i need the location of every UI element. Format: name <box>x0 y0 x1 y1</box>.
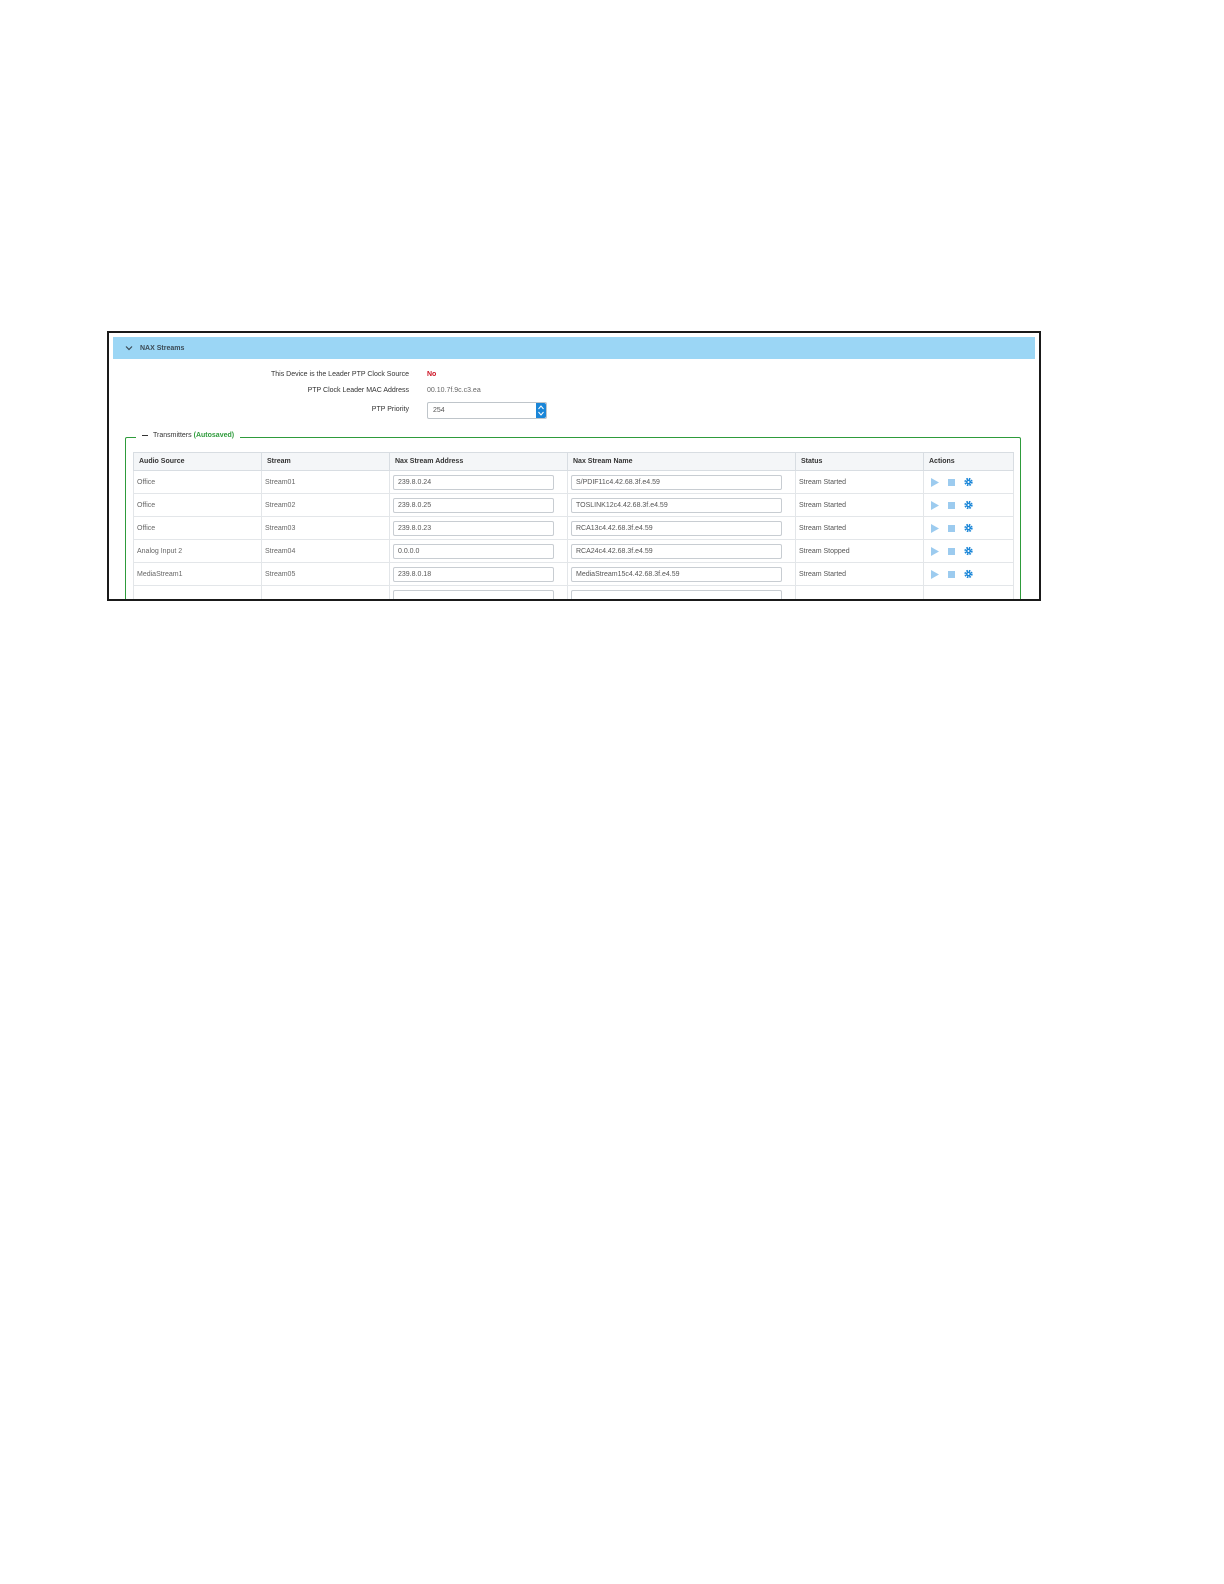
actions-cell <box>923 562 1014 586</box>
column-header-status: Status <box>795 452 924 471</box>
stream-address-input[interactable] <box>393 589 554 599</box>
stream-name-input[interactable] <box>571 589 782 599</box>
gear-icon[interactable] <box>964 546 973 556</box>
transmitters-table: Audio Source Stream Nax Stream Address N… <box>133 452 1014 599</box>
stream-cell: Stream04 <box>261 539 390 563</box>
spin-down-icon[interactable] <box>538 411 544 416</box>
stream-address-input[interactable]: 239.8.0.18 <box>393 566 554 582</box>
priority-label: PTP Priority <box>371 406 409 413</box>
table-header-row: Audio Source Stream Nax Stream Address N… <box>133 452 1014 471</box>
stream-address-input[interactable]: 239.8.0.25 <box>393 497 554 513</box>
ptp-priority-value[interactable]: 254 <box>428 407 536 414</box>
actions-cell <box>923 493 1014 517</box>
gear-icon[interactable] <box>964 500 973 510</box>
stream-address-input[interactable]: 239.8.0.23 <box>393 520 554 536</box>
transmitters-legend[interactable]: Transmitters (Autosaved) <box>136 432 241 439</box>
address-cell: 239.8.0.24 <box>389 470 568 494</box>
ptp-priority-stepper[interactable]: 254 <box>427 402 547 419</box>
audio-source-cell: Office <box>133 516 262 540</box>
gear-icon[interactable] <box>964 477 973 487</box>
column-header-audio-source: Audio Source <box>133 452 262 471</box>
play-icon[interactable] <box>930 569 939 579</box>
play-icon[interactable] <box>930 523 939 533</box>
table-row-partial <box>133 585 1014 599</box>
name-cell: S/PDIF11c4.42.68.3f.e4.59 <box>567 470 796 494</box>
column-header-actions: Actions <box>923 452 1014 471</box>
table-row: Office Stream01 239.8.0.24 S/PDIF11c4.42… <box>133 470 1014 494</box>
audio-source-cell: Office <box>133 493 262 517</box>
audio-source-cell: MediaStream1 <box>133 562 262 586</box>
actions-cell <box>923 516 1014 540</box>
status-cell: Stream Started <box>795 562 924 586</box>
stop-icon[interactable] <box>947 547 956 556</box>
table-row: MediaStream1 Stream05 239.8.0.18 MediaSt… <box>133 562 1014 586</box>
actions-cell <box>923 470 1014 494</box>
status-cell: Stream Started <box>795 516 924 540</box>
audio-source-cell: Analog Input 2 <box>133 539 262 563</box>
gear-icon[interactable] <box>964 523 973 533</box>
stop-icon[interactable] <box>947 524 956 533</box>
spinner-arrows-icon[interactable] <box>536 403 546 418</box>
name-cell: TOSLINK12c4.42.68.3f.e4.59 <box>567 493 796 517</box>
name-cell: RCA24c4.42.68.3f.e4.59 <box>567 539 796 563</box>
table-row: Office Stream03 239.8.0.23 RCA13c4.42.68… <box>133 516 1014 540</box>
stream-name-input[interactable]: TOSLINK12c4.42.68.3f.e4.59 <box>571 497 782 513</box>
leader-value: No <box>427 371 437 378</box>
status-cell: Stream Started <box>795 470 924 494</box>
autosaved-label: (Autosaved) <box>193 432 235 439</box>
stop-icon[interactable] <box>947 478 956 487</box>
stop-icon[interactable] <box>947 501 956 510</box>
stream-cell: Stream05 <box>261 562 390 586</box>
status-cell: Stream Stopped <box>795 539 924 563</box>
transmitters-label: Transmitters <box>153 432 192 439</box>
address-cell: 239.8.0.18 <box>389 562 568 586</box>
nax-streams-header[interactable]: NAX Streams <box>113 337 1035 359</box>
collapse-dash-icon[interactable] <box>142 435 148 436</box>
stream-name-input[interactable]: RCA13c4.42.68.3f.e4.59 <box>571 520 782 536</box>
name-cell: RCA13c4.42.68.3f.e4.59 <box>567 516 796 540</box>
play-icon[interactable] <box>930 546 939 556</box>
mac-label: PTP Clock Leader MAC Address <box>307 387 409 394</box>
stream-name-input[interactable]: RCA24c4.42.68.3f.e4.59 <box>571 543 782 559</box>
table-row: Analog Input 2 Stream04 0.0.0.0 RCA24c4.… <box>133 539 1014 563</box>
column-header-stream: Stream <box>261 452 390 471</box>
stop-icon[interactable] <box>947 570 956 579</box>
status-cell: Stream Started <box>795 493 924 517</box>
column-header-address: Nax Stream Address <box>389 452 568 471</box>
panel-title: NAX Streams <box>140 344 185 352</box>
spin-up-icon[interactable] <box>538 405 544 410</box>
play-icon[interactable] <box>930 477 939 487</box>
gear-icon[interactable] <box>964 569 973 579</box>
table-row: Office Stream02 239.8.0.25 TOSLINK12c4.4… <box>133 493 1014 517</box>
stream-cell: Stream02 <box>261 493 390 517</box>
stream-cell: Stream03 <box>261 516 390 540</box>
mac-value: 00.10.7f.9c.c3.ea <box>427 387 481 394</box>
play-icon[interactable] <box>930 500 939 510</box>
address-cell: 0.0.0.0 <box>389 539 568 563</box>
audio-source-cell: Office <box>133 470 262 494</box>
address-cell: 239.8.0.25 <box>389 493 568 517</box>
name-cell: MediaStream15c4.42.68.3f.e4.59 <box>567 562 796 586</box>
actions-cell <box>923 539 1014 563</box>
chevron-down-icon[interactable] <box>125 344 133 352</box>
column-header-name: Nax Stream Name <box>567 452 796 471</box>
stream-address-input[interactable]: 0.0.0.0 <box>393 543 554 559</box>
leader-label: This Device is the Leader PTP Clock Sour… <box>271 371 409 378</box>
stream-name-input[interactable]: MediaStream15c4.42.68.3f.e4.59 <box>571 566 782 582</box>
stream-address-input[interactable]: 239.8.0.24 <box>393 474 554 490</box>
nax-streams-screenshot: NAX Streams This Device is the Leader PT… <box>107 331 1041 601</box>
stream-name-input[interactable]: S/PDIF11c4.42.68.3f.e4.59 <box>571 474 782 490</box>
address-cell: 239.8.0.23 <box>389 516 568 540</box>
stream-cell: Stream01 <box>261 470 390 494</box>
